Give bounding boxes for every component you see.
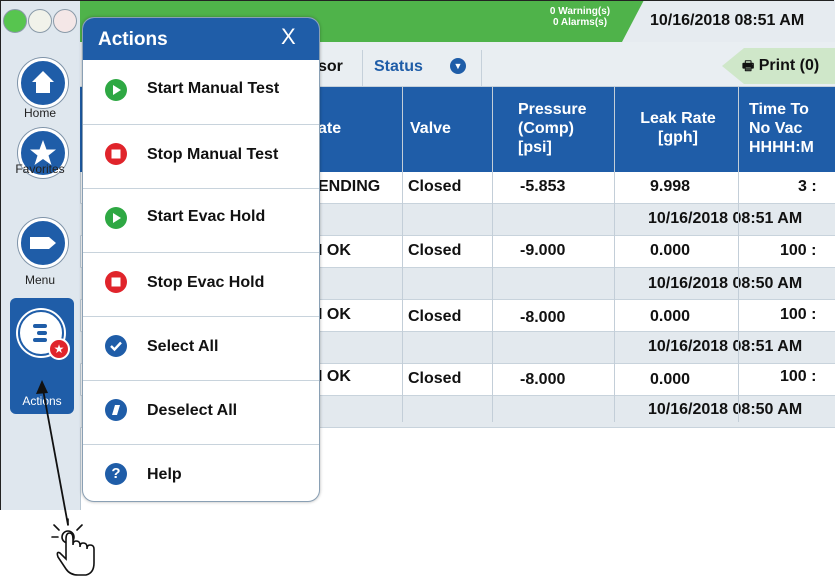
actions-panel-header: Actions X — [83, 18, 319, 60]
close-icon[interactable]: X — [281, 24, 296, 50]
console-screen: 0 Warning(s) 0 Alarms(s) 10/16/2018 08:5… — [0, 0, 835, 510]
print-button-label: 🖶 Print (0) — [742, 57, 820, 74]
left-nav: Home Favorites Menu ★ Actions — [0, 42, 81, 510]
alarm-count: 0 Alarms(s) — [552, 17, 608, 28]
action-start-manual-test[interactable]: Start Manual Test — [83, 60, 319, 125]
menu-arrow-icon — [30, 237, 56, 249]
action-select-all[interactable]: Select All — [83, 316, 319, 381]
menu-button[interactable] — [18, 218, 68, 268]
datetime-display: 10/16/2018 08:51 AM — [650, 12, 805, 29]
help-icon: ? — [105, 463, 127, 485]
status-light-green — [3, 9, 27, 33]
action-start-evac-hold[interactable]: Start Evac Hold — [83, 188, 319, 253]
status-lights — [0, 0, 80, 42]
status-light-red — [53, 9, 77, 33]
header-valve: Valve — [410, 120, 451, 137]
menu-label: Menu — [24, 273, 56, 287]
home-icon — [32, 71, 54, 93]
printer-icon: 🖶 — [742, 58, 755, 73]
favorites-label: Favorites — [15, 162, 65, 176]
slash-icon — [105, 399, 127, 421]
header-pressure: Pressure (Comp) [psi] — [518, 101, 587, 156]
home-label: Home — [23, 106, 56, 120]
tab-sensor[interactable]: sor — [318, 58, 343, 76]
stop-icon — [105, 271, 127, 293]
play-icon — [105, 79, 127, 101]
stop-icon — [105, 143, 127, 165]
actions-label: Actions — [22, 394, 62, 408]
play-icon — [105, 207, 127, 229]
tap-hand-icon — [51, 518, 95, 576]
warning-count: 0 Warning(s) — [549, 6, 611, 17]
star-badge-icon: ★ — [48, 338, 70, 360]
checkmark-icon — [105, 335, 127, 357]
chevron-down-icon[interactable]: ▼ — [450, 58, 466, 74]
action-stop-evac-hold[interactable]: Stop Evac Hold — [83, 252, 319, 317]
header-leak-rate: Leak Rate [gph] — [640, 110, 716, 146]
action-stop-manual-test[interactable]: Stop Manual Test — [83, 124, 319, 189]
actions-panel-title: Actions — [98, 29, 168, 50]
status-light-yellow — [28, 9, 52, 33]
actions-panel: Actions X Start Manual Test Stop Manual … — [82, 17, 320, 502]
column-divider — [614, 87, 615, 422]
actions-button[interactable]: ★ Actions — [10, 298, 74, 414]
header-state: ate — [318, 120, 342, 137]
tab-status-label: Status — [374, 58, 423, 75]
header-time-to-no-vac: Time To No Vac HHHH:M — [749, 101, 814, 156]
column-divider — [738, 87, 739, 422]
column-divider — [492, 87, 493, 422]
warning-alarm-summary[interactable]: 0 Warning(s) 0 Alarms(s) — [520, 6, 640, 28]
action-deselect-all[interactable]: Deselect All — [83, 380, 319, 445]
column-divider — [402, 87, 403, 422]
action-help[interactable]: ? Help — [83, 444, 319, 501]
home-button[interactable] — [18, 58, 68, 108]
